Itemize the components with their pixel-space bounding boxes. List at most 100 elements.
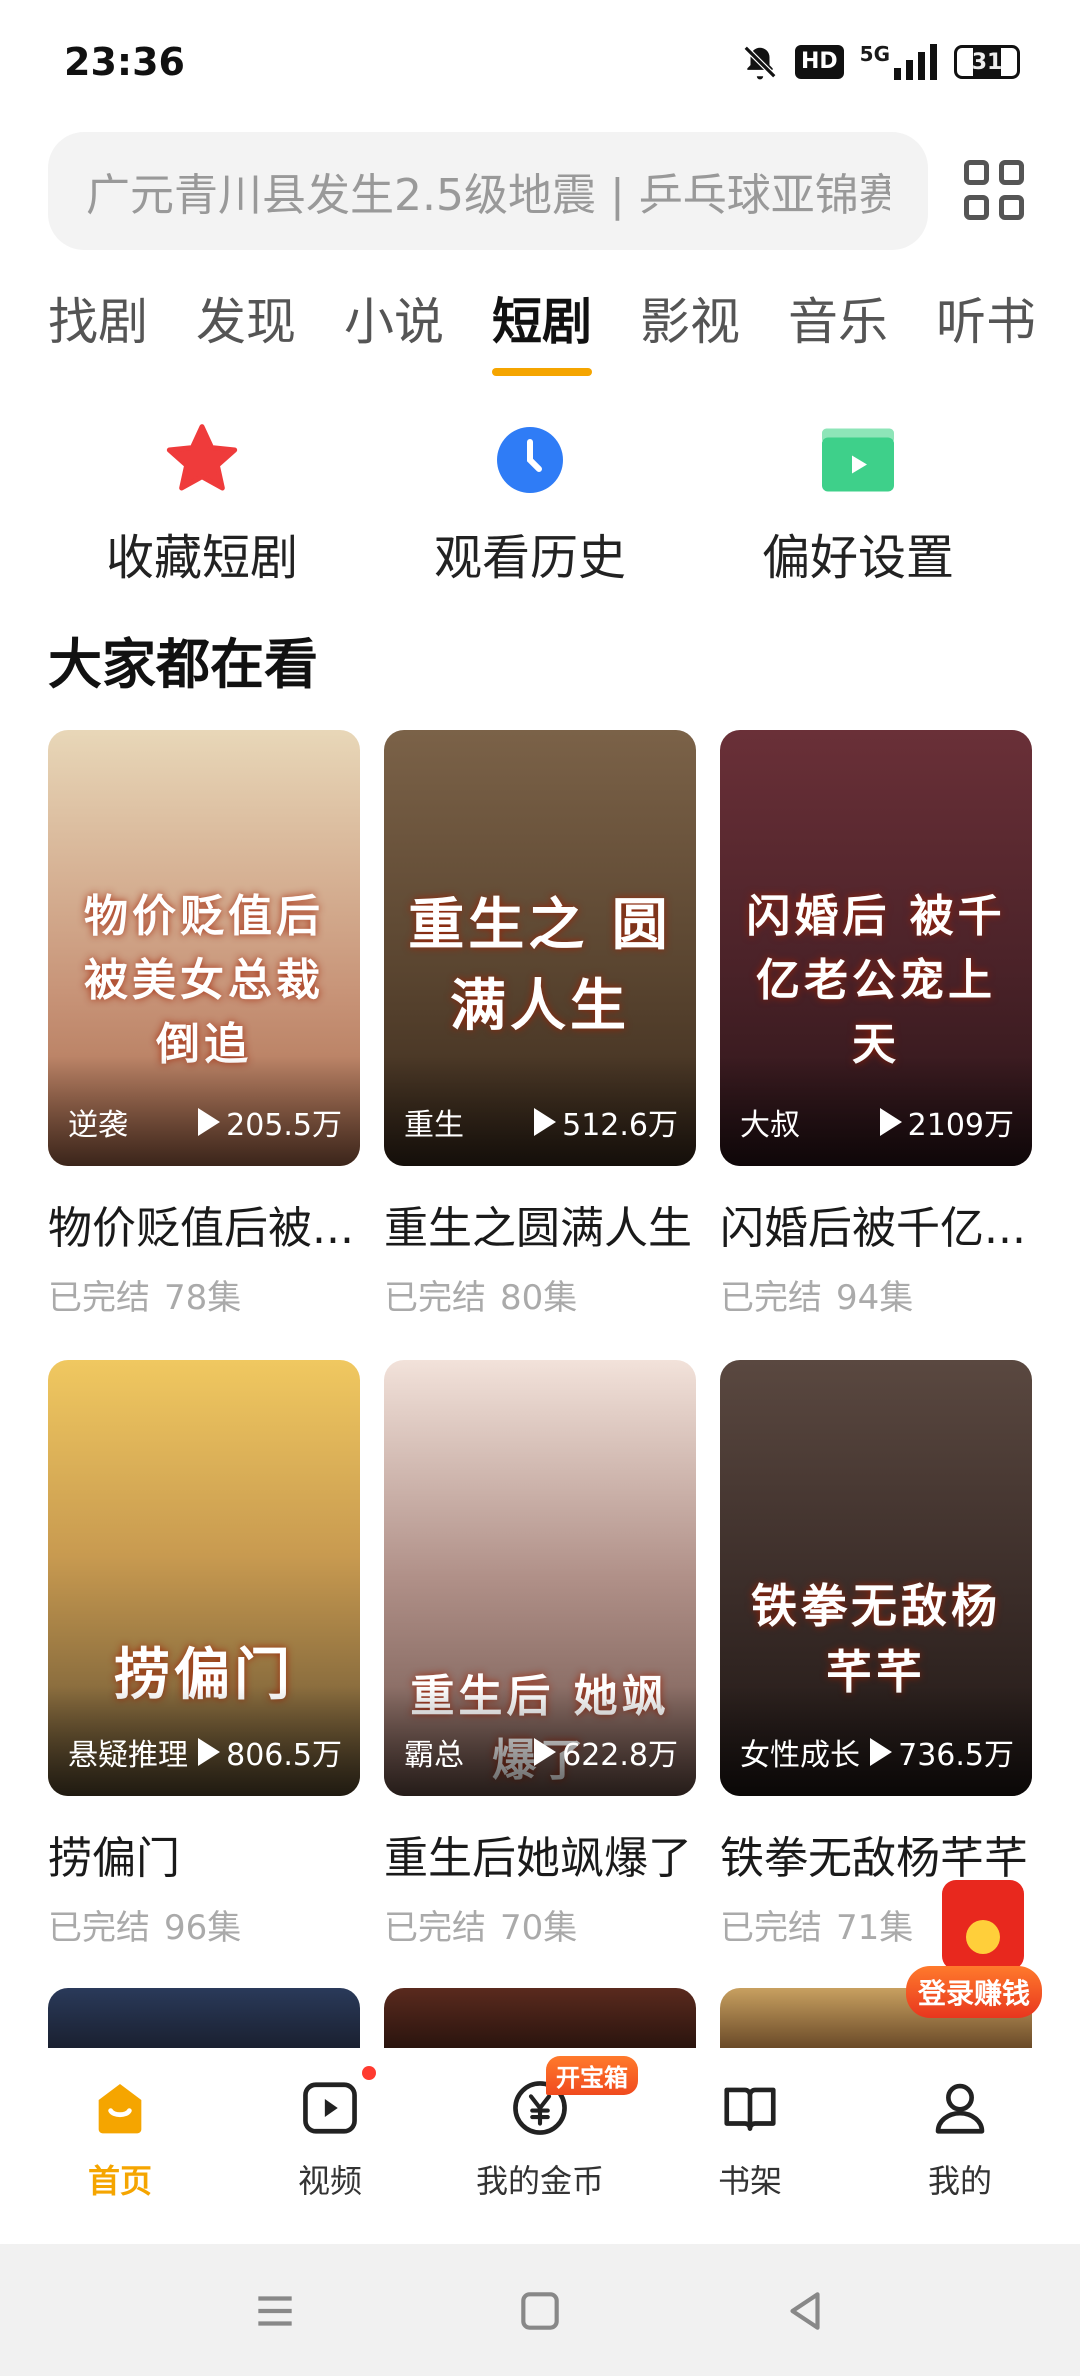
quick-action-label: 偏好设置 (761, 530, 954, 586)
nav-coins[interactable]: 开宝箱 我的金币 (440, 2056, 640, 2202)
mute-bell-icon (741, 42, 779, 82)
play-count: 512.6万 (534, 1100, 678, 1144)
tab-yinyue[interactable]: 音乐 (788, 282, 888, 362)
drama-meta: 已完结 80集 (384, 1278, 578, 1318)
nav-home[interactable]: 首页 (20, 2068, 220, 2202)
drama-meta: 已完结 94集 (720, 1278, 914, 1318)
tab-yingshi[interactable]: 影视 (640, 282, 740, 362)
drama-card[interactable]: 铁拳无敌杨芊芊 女性成长 736.5万 铁拳无敌杨芊芊 已完结 71集 (720, 1360, 1032, 1949)
login-reward-float[interactable]: 登录赚钱 (906, 1880, 1076, 2030)
genre-tag: 女性成长 (740, 1738, 860, 1773)
quick-actions: 收藏短剧 观看历史 偏好设置 (0, 420, 1080, 600)
play-icon (198, 1738, 221, 1766)
quick-action-label: 收藏短剧 (105, 530, 298, 586)
signal-5g-icon: 5G (860, 42, 938, 82)
network-label: 5G (859, 42, 890, 66)
play-icon (198, 1108, 221, 1136)
drama-card[interactable]: 重生之 圆满人生 重生 512.6万 重生之圆满人生 已完结 80集 (384, 730, 696, 1319)
drama-meta: 已完结 96集 (48, 1908, 242, 1948)
notification-dot (362, 2066, 376, 2080)
play-icon (534, 1738, 557, 1766)
drama-title: 重生后她飒爆了 (384, 1833, 692, 1884)
nav-video[interactable]: 视频 (230, 2066, 430, 2202)
drama-card[interactable]: 捞偏门 悬疑推理 806.5万 捞偏门 已完结 96集 (48, 1360, 360, 1949)
drama-poster[interactable]: 捞偏门 悬疑推理 806.5万 (48, 1360, 360, 1796)
poster-title-art: 物价贬值后 被美女总裁倒追 (84, 891, 324, 1070)
poster-title-art: 铁拳无敌杨芊芊 (751, 1579, 1001, 1699)
menu-icon[interactable] (250, 2286, 300, 2336)
search-placeholder[interactable]: 广元青川县发生2.5级地震 | 乒乓球亚锦赛 (86, 159, 890, 223)
clock-icon (490, 420, 570, 500)
drama-card-peek[interactable] (384, 1988, 696, 2048)
nav-bookshelf[interactable]: 书架 (650, 2068, 850, 2202)
home-square-icon[interactable] (515, 2286, 565, 2336)
drama-title: 物价贬值后被... (48, 1203, 354, 1254)
drama-title: 捞偏门 (48, 1833, 180, 1884)
drama-card[interactable]: 重生后 她飒爆了 霸总 622.8万 重生后她飒爆了 已完结70集 (384, 1360, 696, 1949)
nav-label: 书架 (717, 2162, 782, 2200)
tab-xiaoshuo[interactable]: 小说 (344, 282, 444, 362)
nav-label: 视频 (297, 2162, 362, 2200)
tab-tingshu[interactable]: 听书 (936, 282, 1036, 362)
drama-poster[interactable]: 闪婚后 被千亿老公宠上天 大叔 2109万 (720, 730, 1032, 1166)
play-icon (879, 1108, 902, 1136)
hd-icon: HD (794, 45, 844, 79)
drama-card[interactable]: 闪婚后 被千亿老公宠上天 大叔 2109万 闪婚后被千亿... 已完结 94集 (720, 730, 1032, 1319)
coin-icon (966, 1920, 1000, 1954)
drama-poster[interactable]: 物价贬值后 被美女总裁倒追 逆袭 205.5万 (48, 730, 360, 1166)
play-icon (870, 1738, 893, 1766)
play-count: 806.5万 (198, 1730, 342, 1774)
favorite-dramas-button[interactable]: 收藏短剧 (52, 420, 352, 588)
category-tabs: 找剧 发现 小说 短剧 影视 音乐 听书 教 (48, 282, 1080, 376)
genre-tag: 悬疑推理 (68, 1738, 188, 1773)
drama-poster[interactable]: 铁拳无敌杨芊芊 女性成长 736.5万 (720, 1360, 1032, 1796)
tab-duanju[interactable]: 短剧 (492, 282, 592, 376)
reward-label: 登录赚钱 (906, 1966, 1043, 2018)
video-folder-icon (818, 420, 898, 500)
drama-card[interactable]: 物价贬值后 被美女总裁倒追 逆袭 205.5万 物价贬值后被... 已完结 78集 (48, 730, 360, 1319)
drama-meta: 已完结 78集 (48, 1278, 242, 1318)
genre-tag: 重生 (404, 1108, 464, 1143)
status-icons: HD 5G 31 (741, 40, 1020, 84)
tab-zhaoju[interactable]: 找剧 (48, 282, 148, 362)
treasure-box-badge: 开宝箱 (546, 2056, 638, 2095)
status-bar: 23:36 HD 5G 31 (0, 0, 1080, 120)
nav-profile[interactable]: 我的 (860, 2068, 1060, 2202)
status-time: 23:36 (64, 40, 185, 84)
quick-action-label: 观看历史 (433, 530, 626, 586)
home-icon (80, 2068, 160, 2148)
back-triangle-icon[interactable] (780, 2286, 830, 2336)
genre-tag: 逆袭 (68, 1108, 128, 1143)
play-icon (534, 1108, 557, 1136)
search-box[interactable]: 广元青川县发生2.5级地震 | 乒乓球亚锦赛 (48, 132, 928, 250)
battery-level: 31 (971, 49, 1003, 75)
star-icon (162, 420, 242, 500)
drama-title: 重生之圆满人生 (384, 1203, 692, 1254)
drama-poster[interactable]: 重生后 她飒爆了 霸总 622.8万 (384, 1360, 696, 1796)
watch-history-button[interactable]: 观看历史 (380, 420, 680, 588)
profile-icon (920, 2068, 1000, 2148)
play-count: 736.5万 (870, 1730, 1014, 1774)
battery-icon: 31 (954, 45, 1020, 79)
preference-settings-button[interactable]: 偏好设置 (708, 420, 1008, 588)
video-play-icon (290, 2066, 376, 2148)
nav-label: 我的 (927, 2162, 992, 2200)
apps-grid-icon[interactable] (964, 160, 1024, 220)
play-count: 2109万 (879, 1100, 1014, 1144)
system-nav-bar (0, 2244, 1080, 2376)
drama-title: 闪婚后被千亿... (720, 1203, 1026, 1254)
tab-faxian[interactable]: 发现 (196, 282, 296, 362)
poster-title-art: 闪婚后 被千亿老公宠上天 (746, 891, 1006, 1070)
poster-title-art: 重生之 圆满人生 (408, 893, 672, 1039)
bookshelf-icon (710, 2068, 790, 2148)
drama-poster[interactable]: 重生之 圆满人生 重生 512.6万 (384, 730, 696, 1166)
play-count: 205.5万 (198, 1100, 342, 1144)
coin-yen-icon: 开宝箱 (500, 2056, 638, 2148)
section-title: 大家都在看 (48, 633, 318, 696)
drama-card-peek[interactable] (48, 1988, 360, 2048)
genre-tag: 大叔 (740, 1108, 800, 1143)
nav-label: 首页 (87, 2162, 152, 2200)
drama-meta: 已完结 70集 (384, 1908, 578, 1948)
genre-tag: 霸总 (404, 1738, 464, 1773)
play-count: 622.8万 (534, 1730, 678, 1774)
